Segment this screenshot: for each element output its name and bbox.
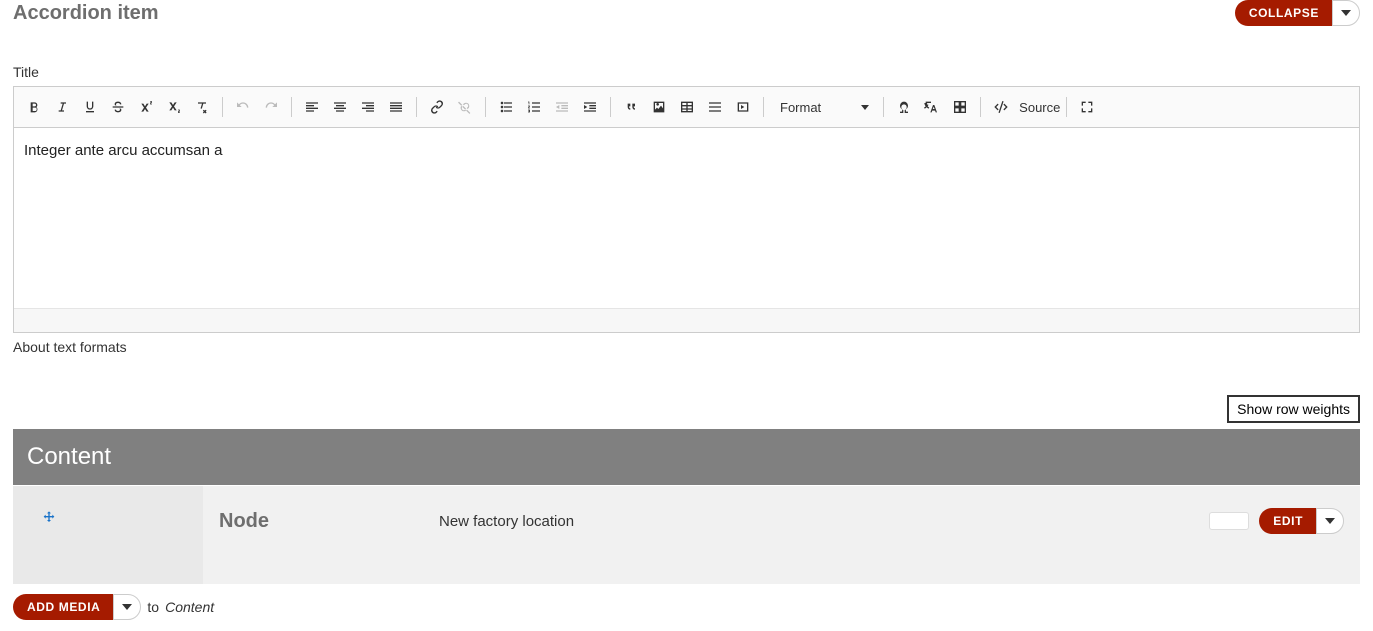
- maximize-button[interactable]: [1073, 93, 1101, 121]
- superscript-button[interactable]: [132, 93, 160, 121]
- format-dropdown[interactable]: Format: [770, 95, 877, 119]
- remove-format-button[interactable]: [188, 93, 216, 121]
- toolbar-separator: [222, 97, 223, 117]
- horizontal-rule-button[interactable]: [701, 93, 729, 121]
- toolbar-separator: [763, 97, 764, 117]
- content-section-header: Content: [13, 429, 1360, 485]
- title-field-label: Title: [13, 64, 1360, 80]
- special-char-button[interactable]: [890, 93, 918, 121]
- drag-handle-icon[interactable]: [41, 510, 57, 529]
- align-left-button[interactable]: [298, 93, 326, 121]
- toolbar-separator: [416, 97, 417, 117]
- subscript-button[interactable]: [160, 93, 188, 121]
- outdent-button[interactable]: [548, 93, 576, 121]
- underline-button[interactable]: [76, 93, 104, 121]
- add-media-button[interactable]: ADD MEDIA: [13, 594, 114, 620]
- edit-dropdown-toggle[interactable]: [1316, 508, 1344, 534]
- edit-button-group: EDIT: [1259, 508, 1344, 534]
- add-media-row: ADD MEDIA to Content: [13, 594, 1360, 624]
- node-type-label: Node: [219, 510, 439, 533]
- format-dropdown-label: Format: [780, 100, 821, 115]
- caret-down-icon: [1341, 10, 1351, 16]
- add-media-target: Content: [165, 599, 214, 615]
- caret-down-icon: [861, 105, 869, 110]
- toolbar-separator: [291, 97, 292, 117]
- add-media-button-group: ADD MEDIA: [13, 594, 141, 620]
- show-row-weights-button[interactable]: Show row weights: [1227, 395, 1360, 423]
- numbered-list-button[interactable]: [520, 93, 548, 121]
- unlink-button[interactable]: [451, 93, 479, 121]
- node-actions: EDIT: [1209, 508, 1344, 534]
- caret-down-icon: [1325, 518, 1335, 524]
- toolbar-separator: [883, 97, 884, 117]
- image-button[interactable]: [645, 93, 673, 121]
- strikethrough-button[interactable]: [104, 93, 132, 121]
- collapse-button[interactable]: COLLAPSE: [1235, 0, 1333, 26]
- edit-button[interactable]: EDIT: [1259, 508, 1317, 534]
- redo-button[interactable]: [257, 93, 285, 121]
- toolbar-separator: [485, 97, 486, 117]
- editor-body[interactable]: Integer ante arcu accumsan a: [14, 128, 1359, 308]
- drag-handle-cell: [13, 486, 203, 584]
- media-embed-button[interactable]: [729, 93, 757, 121]
- indent-button[interactable]: [576, 93, 604, 121]
- accordion-header: Accordion item COLLAPSE: [13, 0, 1360, 34]
- node-title: New factory location: [439, 513, 1209, 530]
- link-button[interactable]: [423, 93, 451, 121]
- align-center-button[interactable]: [326, 93, 354, 121]
- show-blocks-button[interactable]: [946, 93, 974, 121]
- content-row: Node New factory location EDIT: [13, 485, 1360, 584]
- source-button[interactable]: [987, 93, 1015, 121]
- toolbar-separator: [1066, 97, 1067, 117]
- bullet-list-button[interactable]: [492, 93, 520, 121]
- rich-text-editor: Format Source Integer ante arcu accumsan…: [13, 86, 1360, 333]
- bold-button[interactable]: [20, 93, 48, 121]
- add-media-dropdown-toggle[interactable]: [113, 594, 141, 620]
- about-text-formats-link[interactable]: About text formats: [13, 339, 127, 355]
- node-preview-thumb: [1209, 512, 1249, 530]
- collapse-button-group: COLLAPSE: [1235, 0, 1360, 26]
- editor-toolbar: Format Source: [14, 87, 1359, 128]
- table-button[interactable]: [673, 93, 701, 121]
- editor-footer: [14, 308, 1359, 332]
- toolbar-separator: [610, 97, 611, 117]
- language-button[interactable]: [918, 93, 946, 121]
- add-media-to-text: to: [147, 599, 159, 615]
- accordion-item-title: Accordion item: [13, 2, 159, 25]
- collapse-dropdown-toggle[interactable]: [1332, 0, 1360, 26]
- align-right-button[interactable]: [354, 93, 382, 121]
- align-justify-button[interactable]: [382, 93, 410, 121]
- node-cell: Node New factory location EDIT: [203, 486, 1360, 584]
- show-row-weights-row: Show row weights: [13, 395, 1360, 423]
- toolbar-separator: [980, 97, 981, 117]
- undo-button[interactable]: [229, 93, 257, 121]
- blockquote-button[interactable]: [617, 93, 645, 121]
- caret-down-icon: [122, 604, 132, 610]
- source-button-label[interactable]: Source: [1019, 100, 1060, 115]
- italic-button[interactable]: [48, 93, 76, 121]
